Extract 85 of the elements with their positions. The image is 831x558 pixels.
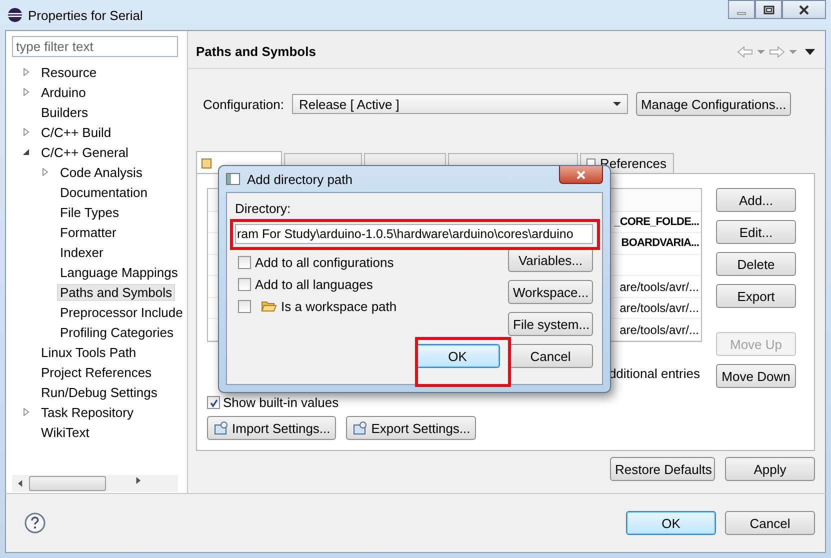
entry-button[interactable]: Export xyxy=(716,284,796,308)
dialog-button[interactable]: Cancel xyxy=(508,344,593,368)
checkbox-label: Add to all languages xyxy=(255,276,373,292)
manage-configurations-button[interactable]: Manage Configurations... xyxy=(636,92,792,116)
tree-item[interactable]: Documentation xyxy=(57,184,150,200)
dialog-button[interactable]: OK xyxy=(626,511,716,535)
tree-item[interactable]: Arduino xyxy=(38,84,89,100)
browse-button[interactable]: File system... xyxy=(508,312,593,336)
entry-button[interactable]: Delete xyxy=(716,252,796,276)
tree-item[interactable]: C/C++ Build xyxy=(38,124,114,140)
collapsed-arrow-icon[interactable] xyxy=(22,68,30,76)
settings-button[interactable]: Export Settings... xyxy=(346,416,476,440)
dialog-button[interactable]: Cancel xyxy=(725,511,815,535)
table-cell: _CORE_FOLDE... xyxy=(614,216,699,228)
tree-item[interactable]: C/C++ General xyxy=(38,144,132,160)
tree-item[interactable]: Task Repository xyxy=(38,404,136,420)
tree-item[interactable]: Run/Debug Settings xyxy=(38,384,160,400)
checkbox-label: Add to all configurations xyxy=(255,254,394,270)
checkbox-label: Is a workspace path xyxy=(281,298,397,314)
page-button[interactable]: Restore Defaults xyxy=(610,457,715,481)
page-title: Paths and Symbols xyxy=(196,44,316,59)
dialog-title: Add directory path xyxy=(247,172,353,186)
close-button[interactable] xyxy=(782,0,826,19)
collapsed-arrow-icon[interactable] xyxy=(41,168,49,176)
checkbox[interactable] xyxy=(238,278,251,290)
table-cell: are/tools/avr/... xyxy=(620,301,699,316)
table-cell: are/tools/avr/... xyxy=(620,280,699,294)
close-button[interactable] xyxy=(559,166,603,184)
help-icon[interactable] xyxy=(24,512,46,534)
checkbox-label: Show built-in values xyxy=(223,395,339,410)
collapsed-arrow-icon[interactable] xyxy=(22,128,30,136)
entry-button[interactable]: Edit... xyxy=(716,220,796,244)
configuration-dropdown[interactable]: Release [ Active ] xyxy=(292,94,628,114)
tree-item[interactable]: Project References xyxy=(38,364,155,380)
entry-button[interactable]: Add... xyxy=(716,188,796,212)
settings-button[interactable]: Import Settings... xyxy=(207,416,336,440)
table-cell: BOARDVARIA... xyxy=(621,237,699,250)
restore-icon xyxy=(762,4,774,14)
checkbox[interactable] xyxy=(238,300,251,312)
dialog-button[interactable]: OK xyxy=(415,344,500,368)
checkbox-label: dditional entries xyxy=(608,366,701,381)
tree-item[interactable]: Profiling Categories xyxy=(57,324,176,340)
app-icon xyxy=(7,7,23,23)
collapsed-arrow-icon[interactable] xyxy=(22,88,30,96)
window-title: Properties for Serial xyxy=(28,8,143,22)
directory-field[interactable]: ram For Study\arduino-1.0.5\hardware\arduino\cores\arduino xyxy=(235,224,593,244)
configuration-label: Configuration: xyxy=(203,96,284,112)
dropdown-icon[interactable] xyxy=(789,48,797,56)
tree-item[interactable]: Builders xyxy=(38,104,91,120)
minimize-icon xyxy=(737,12,746,14)
tree-item[interactable]: Paths and Symbols xyxy=(57,284,176,300)
import-icon xyxy=(213,420,229,436)
horizontal-scrollbar[interactable] xyxy=(12,475,178,492)
tree-item[interactable]: Indexer xyxy=(57,244,106,260)
tree-item[interactable]: Linux Tools Path xyxy=(38,344,140,360)
tree-item[interactable]: Code Analysis xyxy=(57,164,146,180)
left-arrow-icon[interactable] xyxy=(18,480,23,487)
close-icon xyxy=(576,170,586,180)
tree-item[interactable]: Preprocessor Include xyxy=(57,304,186,320)
export-icon xyxy=(352,420,368,436)
dropdown-icon xyxy=(612,101,621,107)
directory-label: Directory: xyxy=(235,201,292,216)
collapsed-arrow-icon[interactable] xyxy=(22,408,30,416)
tree-item[interactable]: File Types xyxy=(57,204,122,220)
page-button[interactable]: Apply xyxy=(725,457,815,481)
checkbox[interactable] xyxy=(207,396,220,409)
browse-button[interactable]: Variables... xyxy=(508,248,593,272)
entry-button[interactable]: Move Down xyxy=(716,364,796,388)
dropdown-icon[interactable] xyxy=(757,48,765,56)
window-icon xyxy=(226,173,240,185)
table-cell: are/tools/avr/... xyxy=(620,322,699,337)
close-icon xyxy=(798,4,810,14)
checkbox[interactable] xyxy=(238,256,251,268)
filter-field[interactable]: type filter text xyxy=(12,36,178,57)
tree-item[interactable]: WikiText xyxy=(38,424,92,440)
tree-item[interactable]: Formatter xyxy=(57,224,120,240)
expanded-arrow-icon[interactable] xyxy=(22,148,30,156)
tree-item[interactable]: Resource xyxy=(38,64,100,80)
view-menu-icon[interactable] xyxy=(805,48,815,56)
forward-arrow-icon[interactable] xyxy=(769,46,785,58)
maximize-button[interactable] xyxy=(755,0,782,19)
tree-item[interactable]: Language Mappings xyxy=(57,264,181,280)
browse-button[interactable]: Workspace... xyxy=(508,280,593,304)
back-arrow-icon[interactable] xyxy=(737,46,753,58)
folder-icon xyxy=(261,300,277,312)
